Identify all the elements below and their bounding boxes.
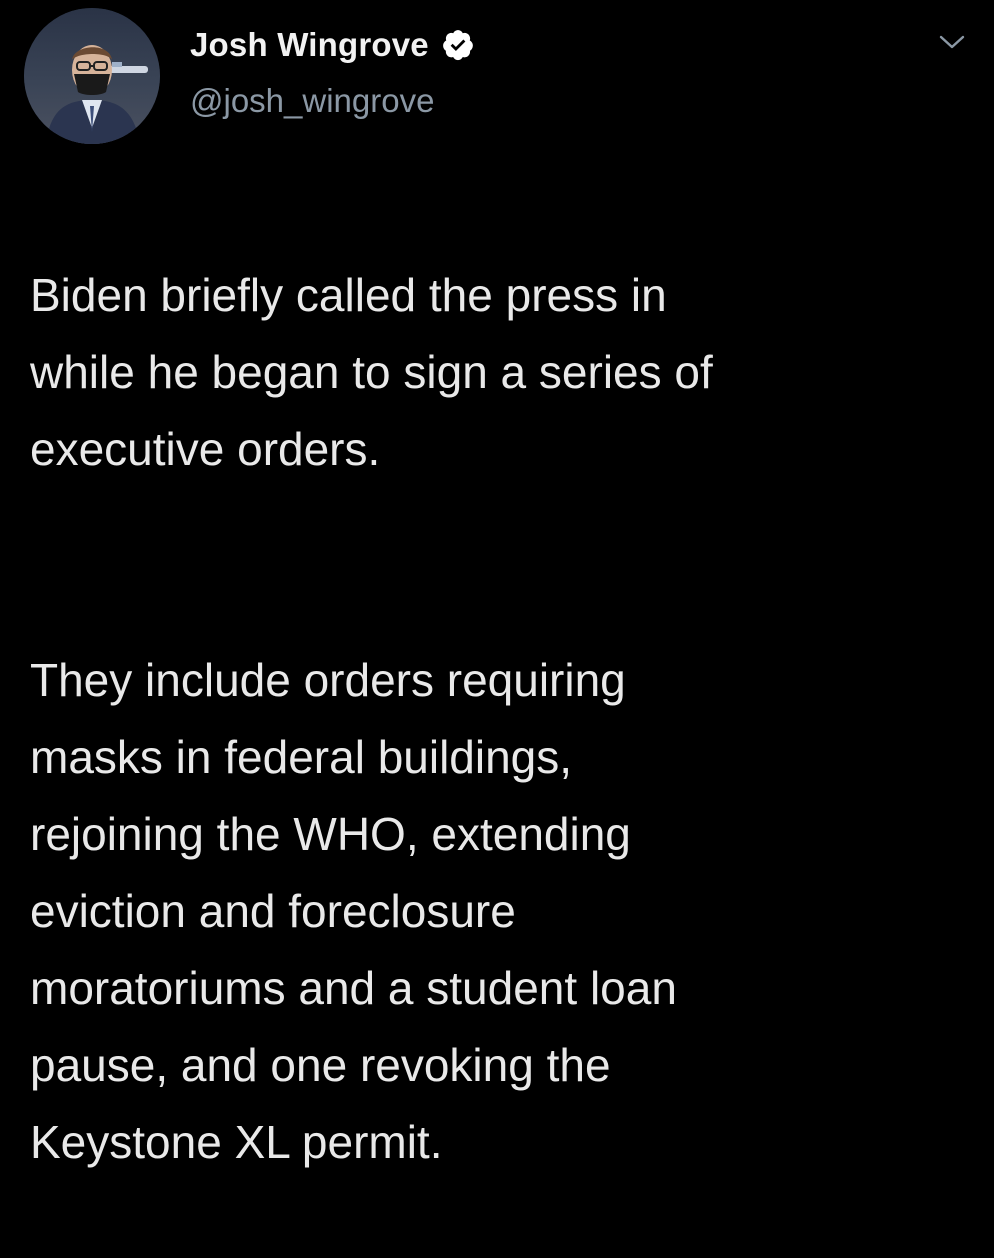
tweet-card: Josh Wingrove @josh_wingrove Biden brief… (0, 0, 994, 1168)
chevron-down-icon[interactable] (936, 30, 968, 54)
author-handle[interactable]: @josh_wingrove (190, 82, 434, 120)
verified-badge-icon (441, 28, 475, 62)
tweet-paragraph-1: Biden briefly called the press in while … (30, 269, 713, 475)
tweet-text: Biden briefly called the press in while … (30, 180, 970, 1258)
author-display-name[interactable]: Josh Wingrove (190, 26, 429, 64)
profile-photo (24, 8, 160, 144)
avatar[interactable] (24, 8, 160, 144)
tweet-paragraph-2: They include orders requiring masks in f… (30, 654, 677, 1168)
author-name-row: Josh Wingrove (190, 20, 475, 70)
